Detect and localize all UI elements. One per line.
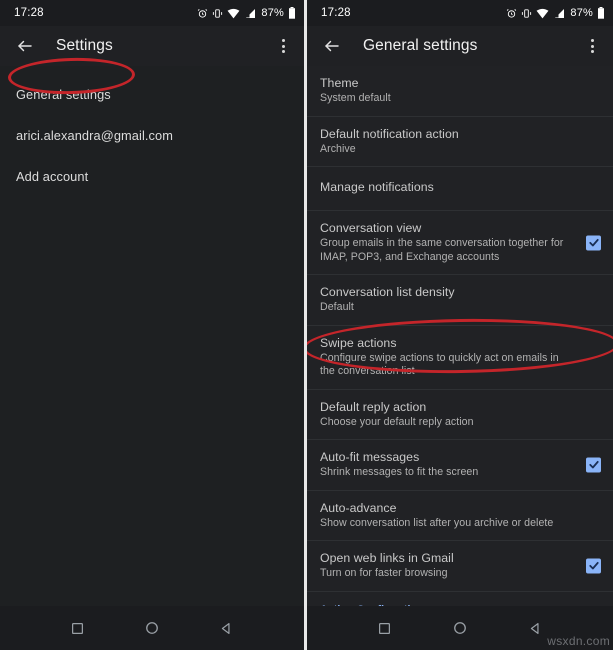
- setting-row-auto-fit-messages[interactable]: Auto-fit messages Shrink messages to fit…: [307, 440, 613, 491]
- status-bar-right: 17:28 87%: [307, 0, 613, 26]
- settings-account-list: General settings arici.alexandra@gmail.c…: [0, 66, 304, 197]
- wifi-icon: [536, 8, 549, 19]
- sidebar-item-general-settings[interactable]: General settings: [0, 74, 304, 115]
- status-bar-left: 17:28 87%: [0, 0, 304, 26]
- page-title: General settings: [363, 37, 478, 54]
- arrow-left-icon[interactable]: [12, 33, 38, 59]
- setting-subtitle: System default: [320, 92, 391, 104]
- checkbox-conversation-view[interactable]: [586, 235, 601, 250]
- setting-title: Auto-advance: [320, 500, 397, 515]
- nav-bar-left: [0, 606, 304, 650]
- alarm-icon: [506, 8, 517, 19]
- square-icon[interactable]: [71, 622, 84, 635]
- setting-title: Open web links in Gmail: [320, 551, 454, 565]
- left-phone-screen: 17:28 87% Settings General settings aric…: [0, 0, 304, 650]
- setting-subtitle: Choose your default reply action: [320, 415, 474, 428]
- square-icon[interactable]: [378, 622, 391, 635]
- sidebar-item-add-account[interactable]: Add account: [0, 156, 304, 197]
- page-title: Settings: [56, 37, 113, 54]
- setting-title: Manage notifications: [320, 180, 434, 194]
- sidebar-item-label: General settings: [16, 87, 111, 102]
- setting-title: Conversation view: [320, 221, 422, 235]
- wifi-icon: [227, 8, 240, 19]
- setting-row-theme[interactable]: Theme System default: [307, 66, 613, 117]
- app-bar-right: General settings: [307, 26, 613, 66]
- status-bar-clock: 17:28: [321, 7, 351, 19]
- setting-title: Conversation list density: [320, 285, 455, 299]
- setting-subtitle: Default: [320, 301, 354, 313]
- site-watermark: wsxdn.com: [547, 634, 610, 648]
- checkbox-auto-fit-messages[interactable]: [586, 457, 601, 473]
- battery-percent-label: 87%: [570, 7, 593, 19]
- battery-percent-label: 87%: [261, 7, 284, 19]
- setting-row-conversation-view[interactable]: Conversation view Group emails in the sa…: [307, 211, 613, 275]
- signal-icon: [553, 8, 565, 19]
- setting-title: Default notification action: [320, 126, 459, 141]
- triangle-back-icon[interactable]: [529, 622, 542, 635]
- setting-subtitle: Turn on for faster browsing: [320, 567, 448, 579]
- circle-icon[interactable]: [145, 621, 159, 635]
- sidebar-item-label: arici.alexandra@gmail.com: [16, 128, 174, 143]
- sidebar-item-account-email[interactable]: arici.alexandra@gmail.com: [0, 115, 304, 156]
- more-vertical-icon[interactable]: [581, 33, 603, 59]
- alarm-icon: [197, 8, 208, 19]
- dual-screenshot-container: 17:28 87% Settings General settings aric…: [0, 0, 613, 650]
- vibrate-icon: [521, 8, 532, 19]
- setting-subtitle: Group emails in the same conversation to…: [320, 237, 564, 263]
- setting-row-default-reply-action[interactable]: Default reply action Choose your default…: [307, 390, 613, 440]
- sidebar-item-label: Add account: [16, 169, 89, 184]
- setting-row-conversation-list-density[interactable]: Conversation list density Default: [307, 275, 613, 326]
- battery-icon: [288, 7, 296, 19]
- setting-row-swipe-actions[interactable]: Swipe actions Configure swipe actions to…: [307, 326, 613, 390]
- setting-subtitle: Archive: [320, 142, 356, 155]
- general-settings-list: Theme System default Default notificatio…: [307, 66, 613, 622]
- checkbox-open-web-links-in-gmail[interactable]: [586, 558, 601, 574]
- setting-subtitle: Shrink messages to fit the screen: [320, 466, 479, 478]
- vibrate-icon: [212, 8, 223, 19]
- right-phone-screen: 17:28 87% General settings Theme System …: [307, 0, 613, 650]
- setting-row-manage-notifications[interactable]: Manage notifications: [307, 167, 613, 211]
- setting-row-auto-advance[interactable]: Auto-advance Show conversation list afte…: [307, 491, 613, 541]
- setting-subtitle: Show conversation list after you archive…: [320, 516, 554, 529]
- more-vertical-icon[interactable]: [272, 33, 294, 59]
- setting-title: Auto-fit messages: [320, 450, 420, 464]
- triangle-back-icon[interactable]: [220, 622, 233, 635]
- arrow-left-icon[interactable]: [319, 33, 345, 59]
- battery-icon: [597, 7, 605, 19]
- status-bar-clock: 17:28: [14, 7, 44, 19]
- setting-subtitle: Configure swipe actions to quickly act o…: [320, 351, 559, 378]
- circle-icon[interactable]: [453, 621, 467, 635]
- app-bar-left: Settings: [0, 26, 304, 66]
- setting-title: Swipe actions: [320, 335, 397, 350]
- setting-title: Default reply action: [320, 399, 427, 414]
- setting-row-open-web-links-in-gmail[interactable]: Open web links in Gmail Turn on for fast…: [307, 541, 613, 592]
- signal-icon: [244, 8, 256, 19]
- setting-title: Theme: [320, 76, 359, 90]
- setting-row-default-notification-action[interactable]: Default notification action Archive: [307, 117, 613, 167]
